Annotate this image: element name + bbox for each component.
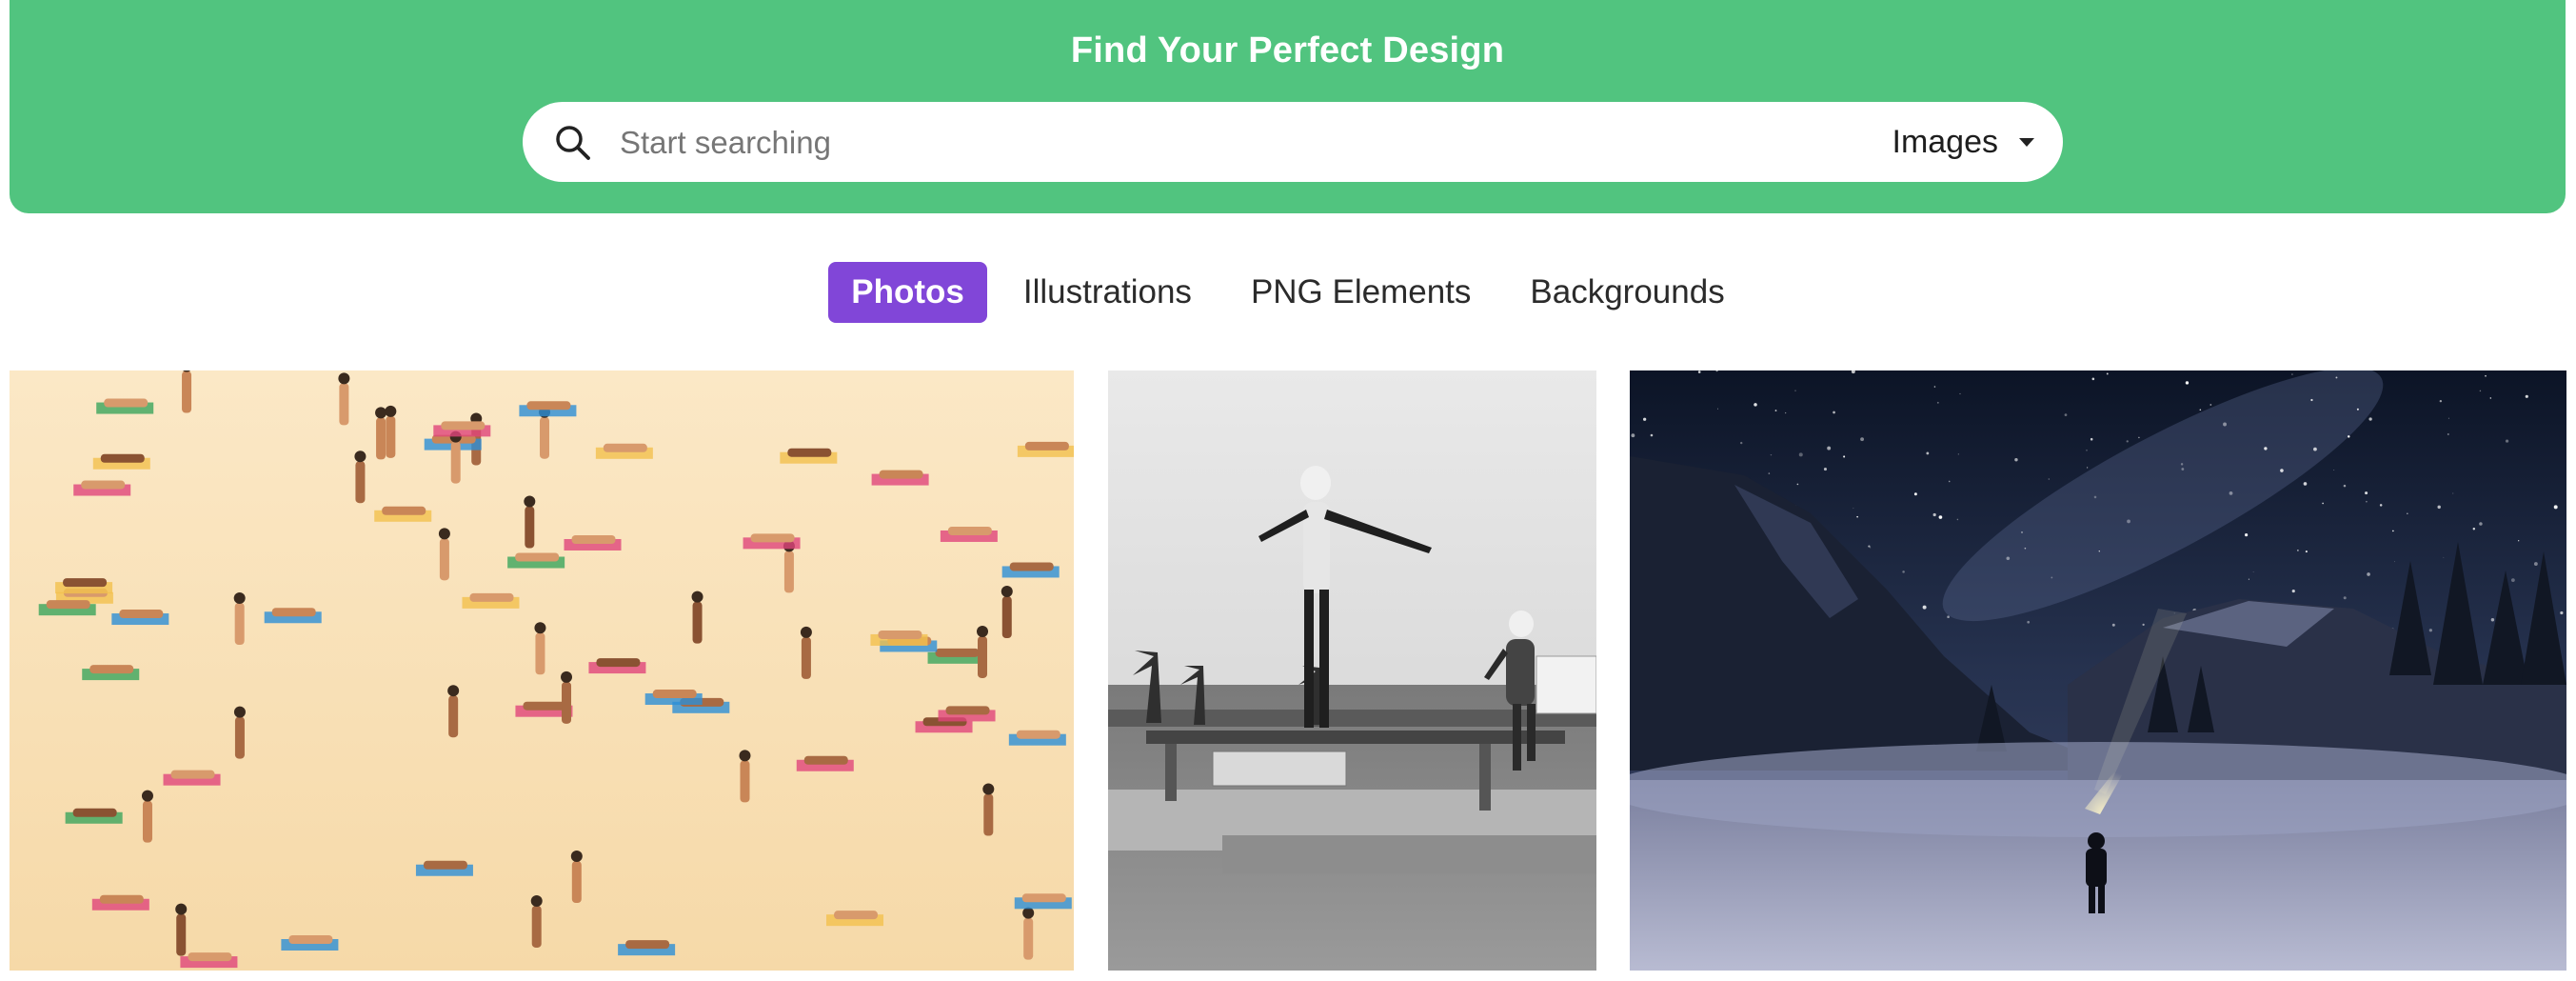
hero-title: Find Your Perfect Design bbox=[1070, 30, 1505, 70]
search-icon[interactable] bbox=[553, 123, 593, 163]
search-type-dropdown[interactable]: Images bbox=[1892, 113, 2034, 170]
night-valley-stars-photo[interactable] bbox=[1630, 370, 2566, 971]
tab-png-elements[interactable]: PNG Elements bbox=[1228, 262, 1494, 323]
caret-down-icon bbox=[2019, 137, 2034, 147]
search-bar: Images bbox=[523, 102, 2063, 182]
hero-banner: Find Your Perfect Design Images bbox=[10, 0, 2566, 213]
tab-photos[interactable]: Photos bbox=[828, 262, 987, 323]
tab-illustrations[interactable]: Illustrations bbox=[1001, 262, 1215, 323]
search-input[interactable] bbox=[618, 113, 1812, 172]
tab-backgrounds[interactable]: Backgrounds bbox=[1507, 262, 1747, 323]
beach-crowd-photo[interactable] bbox=[10, 370, 1074, 971]
search-type-label: Images bbox=[1892, 123, 1999, 160]
category-tabs: Photos Illustrations PNG Elements Backgr… bbox=[0, 262, 2576, 323]
vintage-diving-board-photo[interactable] bbox=[1108, 370, 1596, 971]
